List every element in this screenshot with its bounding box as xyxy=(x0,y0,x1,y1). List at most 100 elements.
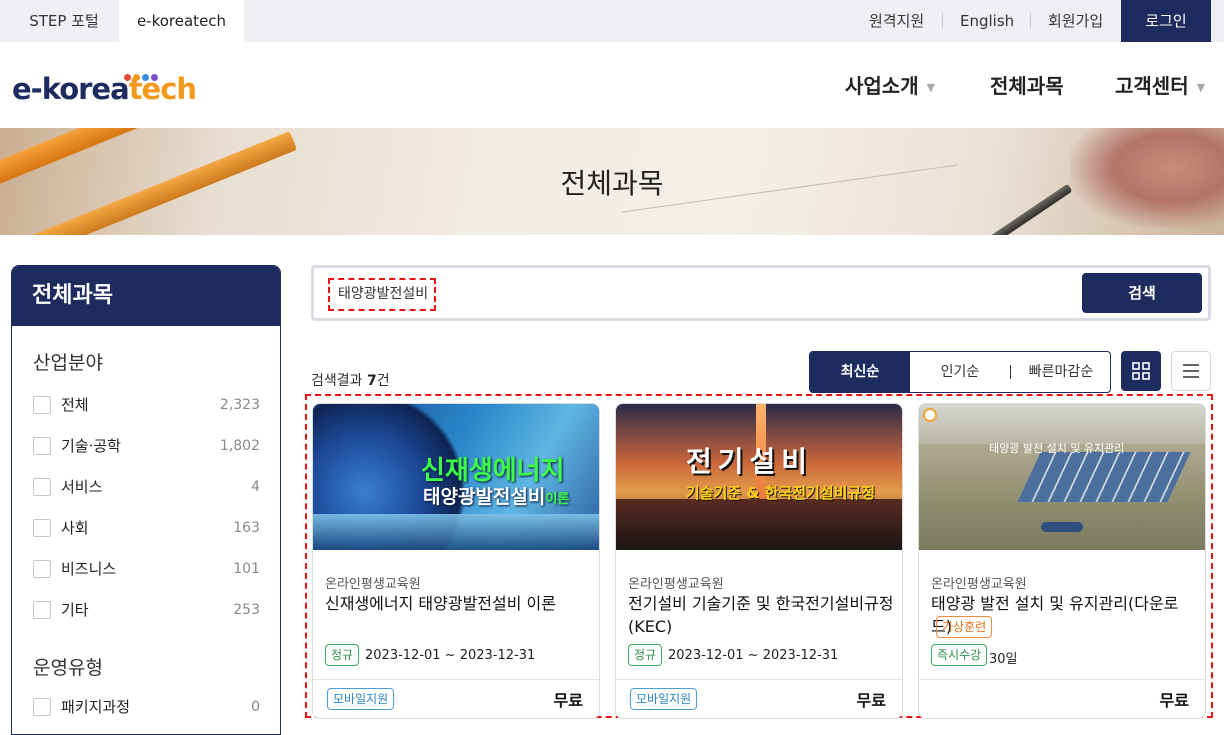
filter-count: 163 xyxy=(233,520,260,536)
filter-count: 253 xyxy=(233,602,260,618)
course-org: 온라인평생교육원 xyxy=(931,577,1027,592)
result-count: 검색결과 7건 xyxy=(311,370,390,390)
site-logo[interactable]: e-koreatech xyxy=(12,72,197,106)
course-card[interactable]: 전기설비 기술기준 & 한국전기설비규정 온라인평생교육원 전기설비 기술기준 … xyxy=(615,403,903,719)
search-button[interactable]: 검색 xyxy=(1082,273,1202,313)
course-period: 2023-12-01 ~ 2023-12-31 xyxy=(365,648,536,663)
search-box: 태양광발전설비 검색 xyxy=(311,265,1211,321)
filter-count: 2,323 xyxy=(219,397,260,413)
filter-group-operation-type: 운영유형 xyxy=(33,657,103,679)
nav-all-courses[interactable]: 전체과목 xyxy=(990,70,1064,99)
course-card-list: 신재생에너지 태양광발전설비이론 온라인평생교육원 신재생에너지 태양광발전설비… xyxy=(305,394,1213,719)
filter-count: 4 xyxy=(251,479,260,495)
divider xyxy=(616,679,902,680)
filter-item[interactable]: 사회 163 xyxy=(33,519,260,539)
filter-sidebar: 전체과목 산업분야 전체 2,323 기술·공학 1,802 서비스 4 사회 163 … xyxy=(11,265,281,735)
divider xyxy=(1030,13,1031,28)
sort-latest[interactable]: 최신순 xyxy=(810,352,910,392)
tab-step-portal[interactable]: STEP 포털 xyxy=(14,0,114,42)
course-price: 무료 xyxy=(1159,691,1189,710)
grid-icon xyxy=(1132,362,1150,380)
course-type-badge: 정규 xyxy=(628,644,663,666)
course-card[interactable]: 신재생에너지 태양광발전설비이론 온라인평생교육원 신재생에너지 태양광발전설비… xyxy=(312,403,600,719)
filter-label: 기술·공학 xyxy=(61,437,121,455)
filter-label: 전체 xyxy=(61,396,89,414)
grid-view-button[interactable] xyxy=(1121,351,1161,391)
course-period: 2023-12-01 ~ 2023-12-31 xyxy=(668,648,839,663)
login-button[interactable]: 로그인 xyxy=(1121,0,1211,42)
thumbnail-subtitle: 기술기준 & 한국전기설비규정 xyxy=(686,484,876,502)
thumbnail-decoration xyxy=(919,404,1205,444)
thumbnail-subtitle: 태양광발전설비이론 xyxy=(423,482,569,509)
course-price: 무료 xyxy=(553,691,583,710)
mobile-support-badge: 모바일지원 xyxy=(327,688,395,710)
filter-item[interactable]: 기술·공학 1,802 xyxy=(33,437,260,457)
checkbox[interactable] xyxy=(33,478,51,496)
filter-count: 101 xyxy=(233,561,260,577)
filter-count: 0 xyxy=(251,699,260,715)
tab-e-koreatech[interactable]: e-koreatech xyxy=(119,0,244,42)
result-number: 7 xyxy=(366,373,377,389)
filter-item[interactable]: 기타 253 xyxy=(33,601,260,621)
mobile-support-badge: 모바일지원 xyxy=(630,688,698,710)
divider xyxy=(919,679,1205,680)
filter-item[interactable]: 패키지과정 0 xyxy=(33,698,260,718)
thumbnail-title: 태양광 발전 설치 및 유지관리 xyxy=(989,442,1125,455)
filter-item[interactable]: 비즈니스 101 xyxy=(33,560,260,580)
course-type-badge: 정규 xyxy=(325,644,360,666)
thumbnail-title: 전기설비 xyxy=(686,445,814,478)
english-link[interactable]: English xyxy=(960,0,1014,42)
nav-customer-center[interactable]: 고객센터 ▼ xyxy=(1115,70,1205,99)
filter-label: 기타 xyxy=(61,601,89,619)
chevron-down-icon: ▼ xyxy=(926,81,936,94)
filter-label: 사회 xyxy=(61,519,89,537)
signup-link[interactable]: 회원가입 xyxy=(1048,0,1103,42)
remote-support-link[interactable]: 원격지원 xyxy=(869,0,924,42)
thumbnail-decoration xyxy=(616,499,902,550)
filter-count: 1,802 xyxy=(219,438,260,454)
page-banner: 전체과목 xyxy=(0,128,1224,235)
course-title[interactable]: 전기설비 기술기준 및 한국전기설비규정(KEC) xyxy=(628,592,896,638)
thumbnail-subtitle-text: 태양광발전설비 xyxy=(423,486,546,508)
top-bar: STEP 포털 e-koreatech 원격지원 English 회원가입 로그… xyxy=(0,0,1224,42)
result-unit: 건 xyxy=(376,373,390,389)
thumbnail-decoration xyxy=(313,514,599,550)
course-thumbnail[interactable]: 전기설비 기술기준 & 한국전기설비규정 xyxy=(616,404,902,550)
sort-deadline[interactable]: 빠른마감순 xyxy=(1011,352,1110,392)
page-title: 전체과목 xyxy=(560,167,664,200)
list-view-button[interactable] xyxy=(1171,351,1211,391)
filter-label: 패키지과정 xyxy=(61,698,131,716)
checkbox[interactable] xyxy=(33,560,51,578)
course-org: 온라인평생교육원 xyxy=(325,577,421,592)
logo-text-b: tech xyxy=(128,72,197,106)
sort-popular[interactable]: 인기순 xyxy=(910,352,1010,392)
course-title[interactable]: 신재생에너지 태양광발전설비 이론 xyxy=(325,592,593,615)
virtual-training-badge: 가상훈련 xyxy=(936,616,993,638)
checkbox[interactable] xyxy=(33,396,51,414)
checkbox[interactable] xyxy=(33,601,51,619)
list-icon xyxy=(1183,364,1199,378)
course-thumbnail[interactable]: 신재생에너지 태양광발전설비이론 xyxy=(313,404,599,550)
course-price: 무료 xyxy=(856,691,886,710)
course-org: 온라인평생교육원 xyxy=(628,577,724,592)
filter-item[interactable]: 서비스 4 xyxy=(33,478,260,498)
thumbnail-subtitle-suffix: 이론 xyxy=(545,492,570,507)
filter-label: 비즈니스 xyxy=(61,560,117,578)
course-thumbnail[interactable]: 태양광 발전 설치 및 유지관리 xyxy=(919,404,1205,550)
nav-business-intro[interactable]: 사업소개 ▼ xyxy=(845,70,935,99)
search-input[interactable]: 태양광발전설비 xyxy=(328,278,436,311)
course-type-badge: 즉시수강 xyxy=(931,644,988,666)
filter-item[interactable]: 전체 2,323 xyxy=(33,396,260,416)
course-card[interactable]: 태양광 발전 설치 및 유지관리 온라인평생교육원 태양광 발전 설치 및 유지… xyxy=(918,403,1206,719)
checkbox[interactable] xyxy=(33,698,51,716)
thumbnail-button-image xyxy=(1041,522,1083,532)
filter-group-industry: 산업분야 xyxy=(33,352,103,374)
checkbox[interactable] xyxy=(33,519,51,537)
seal-icon xyxy=(923,408,937,422)
header: e-koreatech 사업소개 ▼ 전체과목 고객센터 ▼ xyxy=(0,42,1224,128)
logo-text-a: e-korea xyxy=(12,72,130,106)
checkbox[interactable] xyxy=(33,437,51,455)
sort-tabs: 최신순 인기순 빠른마감순 xyxy=(809,351,1111,393)
nav-label: 고객센터 xyxy=(1115,74,1189,98)
nav-label: 사업소개 xyxy=(845,74,919,98)
